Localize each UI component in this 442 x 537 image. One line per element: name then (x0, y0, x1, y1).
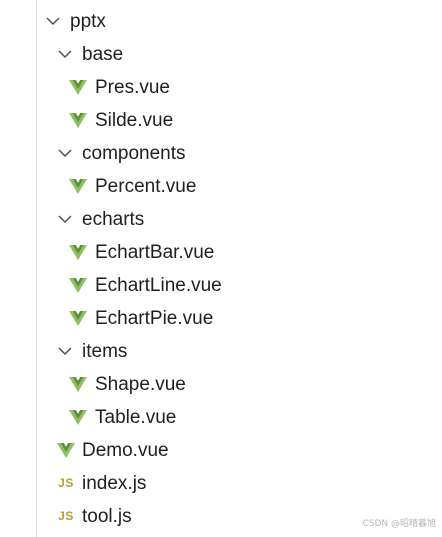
file-echartbar-vue[interactable]: EchartBar.vue (0, 236, 442, 269)
folder-echarts[interactable]: echarts (0, 203, 442, 236)
file-label: EchartPie.vue (95, 308, 214, 329)
folder-label: base (82, 44, 124, 65)
folder-label: echarts (82, 209, 145, 230)
chevron-down-icon[interactable] (56, 335, 74, 368)
folder-components[interactable]: components (0, 137, 442, 170)
file-label: EchartLine.vue (95, 275, 222, 296)
file-percent-vue[interactable]: Percent.vue (0, 170, 442, 203)
chevron-down-icon[interactable] (56, 203, 74, 236)
file-label: tool.js (82, 506, 132, 527)
folder-base[interactable]: base (0, 38, 442, 71)
chevron-down-icon[interactable] (56, 137, 74, 170)
folder-label: items (82, 341, 128, 362)
folder-label: components (82, 143, 186, 164)
file-label: Table.vue (95, 407, 177, 428)
file-echartline-vue[interactable]: EchartLine.vue (0, 269, 442, 302)
folder-items[interactable]: items (0, 335, 442, 368)
file-label: Pres.vue (95, 77, 170, 98)
file-explorer-tree: pptx base Pres.vue Silde.vue components … (0, 5, 442, 533)
file-shape-vue[interactable]: Shape.vue (0, 368, 442, 401)
vue-icon (69, 269, 87, 302)
file-label: Percent.vue (95, 176, 197, 197)
vue-icon (69, 71, 87, 104)
chevron-down-icon[interactable] (56, 38, 74, 71)
folder-label: pptx (70, 11, 106, 32)
javascript-icon: JS (58, 509, 74, 523)
chevron-down-icon[interactable] (44, 5, 62, 38)
vue-icon (69, 236, 87, 269)
file-echartpie-vue[interactable]: EchartPie.vue (0, 302, 442, 335)
vue-icon (69, 368, 87, 401)
file-silde-vue[interactable]: Silde.vue (0, 104, 442, 137)
vue-icon (69, 401, 87, 434)
file-label: Demo.vue (82, 440, 169, 461)
file-pres-vue[interactable]: Pres.vue (0, 71, 442, 104)
file-label: index.js (82, 473, 147, 494)
watermark: CSDN @昭晴暮旭 (362, 519, 436, 529)
javascript-icon: JS (58, 476, 74, 490)
folder-pptx[interactable]: pptx (0, 5, 442, 38)
vue-icon (69, 302, 87, 335)
vue-icon (56, 434, 76, 467)
file-label: Silde.vue (95, 110, 174, 131)
file-label: Shape.vue (95, 374, 186, 395)
file-demo-vue[interactable]: Demo.vue (0, 434, 442, 467)
vue-icon (69, 170, 87, 203)
file-label: EchartBar.vue (95, 242, 215, 263)
file-table-vue[interactable]: Table.vue (0, 401, 442, 434)
vue-icon (69, 104, 87, 137)
file-index-js[interactable]: JS index.js (0, 467, 442, 500)
